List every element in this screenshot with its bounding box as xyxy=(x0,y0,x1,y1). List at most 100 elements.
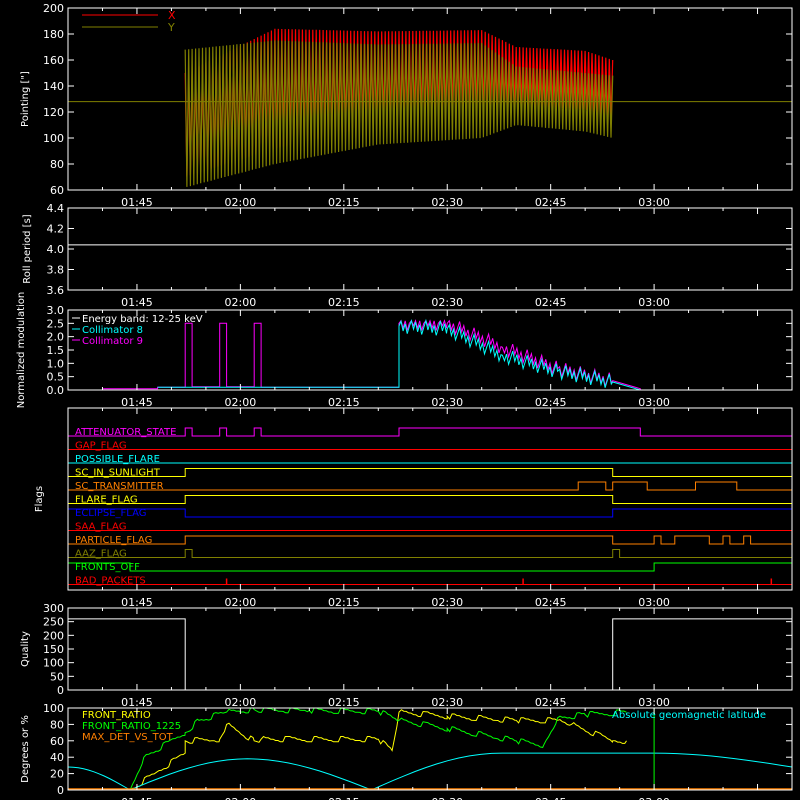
pointing-y-tick-label: 120 xyxy=(43,106,64,119)
flags-row-label: POSSIBLE_FLARE xyxy=(75,454,160,465)
flags-row-label: ECLIPSE_FLAG xyxy=(75,508,146,519)
roll-y-tick-label: 3.6 xyxy=(47,284,65,297)
geo-x-tick-label: 01:45 xyxy=(121,796,153,800)
geo-x-tick-label: 02:30 xyxy=(431,796,463,800)
roll-x-tick-label: 02:15 xyxy=(328,296,360,309)
roll-axes-frame xyxy=(67,207,793,291)
modulation-x-tick-label: 01:45 xyxy=(121,396,153,409)
flags-row-label: SAA_FLAG xyxy=(75,522,126,533)
geo-y-tick-label: 20 xyxy=(50,768,64,781)
roll-y-tick-label: 4.2 xyxy=(47,223,65,236)
flags-ylabel: Flags xyxy=(34,486,45,512)
pointing-x-tick-label: 02:00 xyxy=(225,196,257,209)
roll-x-tick-label: 03:00 xyxy=(638,296,670,309)
flags-row-label: BAD_PACKETS xyxy=(75,576,146,587)
flags-row-line xyxy=(68,495,792,504)
modulation-x-tick-label: 02:00 xyxy=(225,396,257,409)
flags-row-line xyxy=(68,427,792,437)
geo-legend-label: MAX_DET_VS_TOT xyxy=(82,732,174,743)
roll-y-tick-label: 4.4 xyxy=(47,202,65,215)
pointing-x-tick-label: 02:15 xyxy=(328,196,360,209)
flags-row-label: AAZ_FLAG xyxy=(75,549,127,560)
quality-x-tick-label: 02:15 xyxy=(328,696,360,709)
roll-ylabel: Roll period [s] xyxy=(22,214,33,283)
flags-row-label: GAP_FLAG xyxy=(75,441,127,452)
flags-row-label: PARTICLE_FLAG xyxy=(75,535,152,546)
modulation-ylabel: Normalized modulation xyxy=(16,292,27,409)
geo-y-tick-label: 40 xyxy=(50,751,64,764)
flags-row-line xyxy=(67,562,793,572)
flags-x-tick-label: 02:00 xyxy=(225,596,257,609)
flags-x-tick-label: 02:15 xyxy=(328,596,360,609)
quality-y-tick-label: 200 xyxy=(43,629,64,642)
flags-row-label: ATTENUATOR_STATE xyxy=(75,427,176,438)
flags-row-label: FLARE_FLAG xyxy=(75,495,138,506)
modulation-y-tick-label: 2.5 xyxy=(47,317,65,330)
pointing-series-y xyxy=(184,40,614,187)
pointing-y-tick-label: 160 xyxy=(43,54,64,67)
flags-row-line xyxy=(68,535,792,545)
modulation-y-tick-label: 3.0 xyxy=(47,304,65,317)
quality-ylabel: Quality xyxy=(20,631,31,667)
modulation-x-tick-label: 03:00 xyxy=(638,396,670,409)
modulation-y-tick-label: 2.0 xyxy=(47,331,65,344)
modulation-x-tick-label: 02:30 xyxy=(431,396,463,409)
roll-x-tick-label: 02:00 xyxy=(225,296,257,309)
modulation-y-tick-label: 1.5 xyxy=(47,344,65,357)
quality-series-line xyxy=(68,618,792,691)
geo-legend-label: FRONT_RATIO_1225 xyxy=(82,721,181,732)
flags-x-tick-label: 03:00 xyxy=(638,596,670,609)
quality-y-tick-label: 50 xyxy=(50,670,64,683)
quality-y-tick-label: 150 xyxy=(43,643,64,656)
modulation-series-collimator-8 xyxy=(157,318,641,391)
geo-series-absolute-geomagnetic-latitude xyxy=(67,752,793,791)
geo-x-tick-label: 03:00 xyxy=(638,796,670,800)
quality-x-tick-label: 01:45 xyxy=(121,696,153,709)
modulation-y-tick-label: 0.0 xyxy=(47,384,65,397)
quality-y-tick-label: 100 xyxy=(43,657,64,670)
flags-row-label: SC_TRANSMITTER xyxy=(75,481,164,492)
flags-row-line xyxy=(68,468,792,477)
flags-row-label: FRONTS_OFF xyxy=(75,562,140,573)
pointing-y-tick-label: 200 xyxy=(43,2,64,15)
modulation-x-tick-label: 02:15 xyxy=(328,396,360,409)
pointing-legend-label: Y xyxy=(167,21,175,34)
pointing-y-tick-label: 100 xyxy=(43,132,64,145)
geo-y-tick-label: 80 xyxy=(50,718,64,731)
roll-x-tick-label: 02:45 xyxy=(535,296,567,309)
chart-figure: XY01:45 02:00 02:15 02:30 02:45 03:0060801001… xyxy=(16,2,793,800)
geo-y-tick-label: 0 xyxy=(57,784,64,797)
geo-x-tick-label: 02:00 xyxy=(225,796,257,800)
flags-row-label: SC_IN_SUNLIGHT xyxy=(75,468,161,479)
quality-x-tick-label: 03:00 xyxy=(638,696,670,709)
quality-x-tick-label: 02:30 xyxy=(431,696,463,709)
modulation-y-tick-label: 1.0 xyxy=(47,357,65,370)
geo-y-tick-label: 60 xyxy=(50,735,64,748)
roll-x-tick-label: 02:30 xyxy=(431,296,463,309)
roll-y-tick-label: 4.0 xyxy=(47,243,65,256)
pointing-ylabel: Pointing ["] xyxy=(20,71,31,127)
modulation-x-tick-label: 02:45 xyxy=(535,396,567,409)
pointing-y-tick-label: 60 xyxy=(50,184,64,197)
quality-y-tick-label: 250 xyxy=(43,616,64,629)
modulation-y-tick-label: 0.5 xyxy=(47,371,65,384)
roll-y-tick-label: 3.8 xyxy=(47,264,65,277)
pointing-x-tick-label: 02:45 xyxy=(535,196,567,209)
geo-x-tick-label: 02:45 xyxy=(535,796,567,800)
quality-y-tick-label: 300 xyxy=(43,602,64,615)
roll-x-tick-label: 01:45 xyxy=(121,296,153,309)
quality-axes-frame xyxy=(67,607,793,691)
geo-x-tick-label: 02:15 xyxy=(328,796,360,800)
quality-y-tick-label: 0 xyxy=(57,684,64,697)
flags-row-line xyxy=(68,481,792,491)
modulation-legend-label: Collimator 8 xyxy=(82,325,143,336)
pointing-x-tick-label: 03:00 xyxy=(638,196,670,209)
flags-x-tick-label: 02:30 xyxy=(431,596,463,609)
pointing-y-tick-label: 80 xyxy=(50,158,64,171)
modulation-legend-label: Collimator 9 xyxy=(82,336,143,347)
quality-x-tick-label: 02:45 xyxy=(535,696,567,709)
geo-legend-label: FRONT_RATIO xyxy=(82,710,151,721)
geo-series-front-ratio xyxy=(129,709,627,791)
modulation-legend-label: Energy band: 12-25 keV xyxy=(82,314,203,325)
geo-y-tick-label: 100 xyxy=(43,702,64,715)
